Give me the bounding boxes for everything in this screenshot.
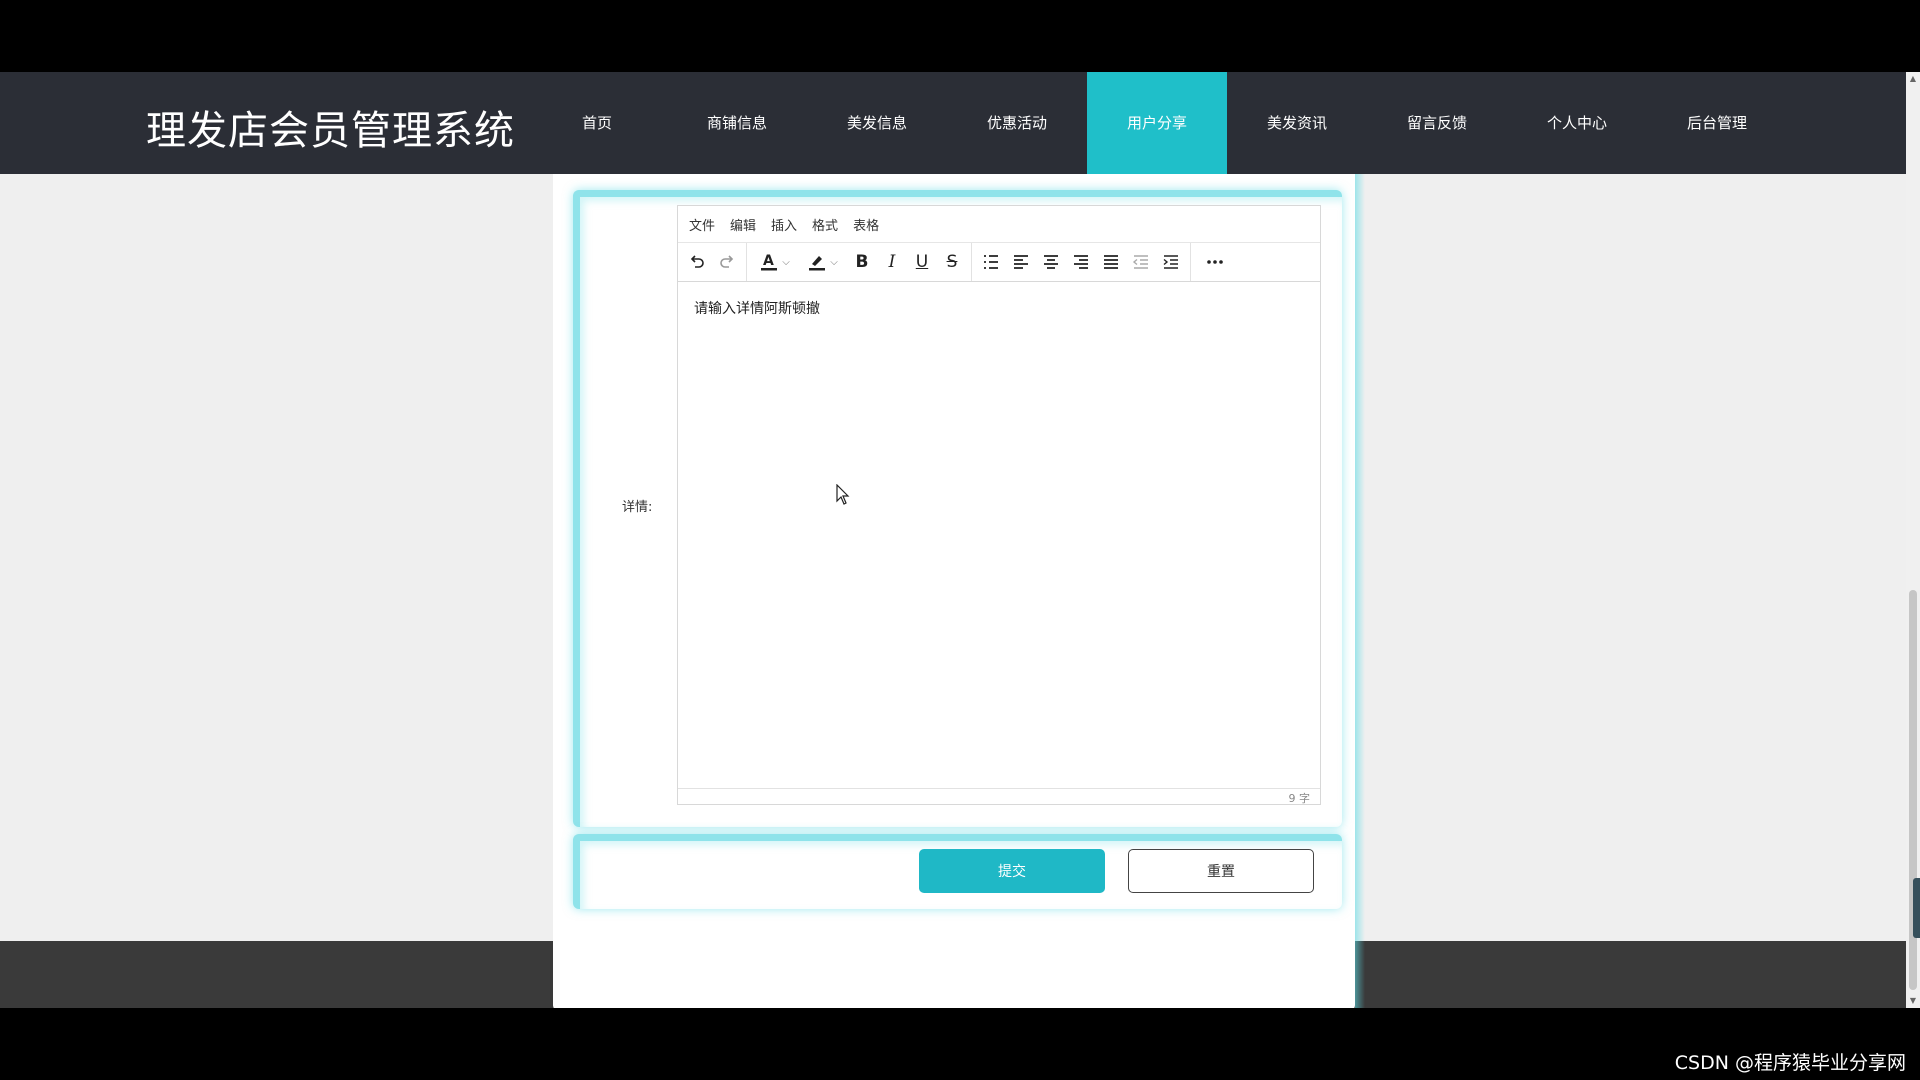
nav-item-user-share[interactable]: 用户分享 [1087,72,1227,174]
site-title: 理发店会员管理系统 [146,108,515,154]
header: 理发店会员管理系统 首页 商铺信息 美发信息 优惠活动 用户分享 美发资讯 留言… [0,72,1906,174]
menu-table[interactable]: 表格 [853,215,879,234]
font-color-icon[interactable]: A ⌵ [751,247,799,277]
history-group [678,243,747,281]
editor-statusbar: 9 字 [678,788,1320,805]
rich-text-editor: 文件 编辑 插入 格式 表格 A ⌵ ⌵ B I U S 请输入详情阿斯顿撤 9… [677,205,1321,805]
nav-item-admin[interactable]: 后台管理 [1647,72,1787,174]
undo-icon[interactable] [682,247,712,277]
menu-insert[interactable]: 插入 [771,215,797,234]
watermark: CSDN @程序猿毕业分享网 [1674,1052,1906,1074]
more-group [1191,243,1239,281]
align-center-icon[interactable] [1036,247,1066,277]
detail-label: 详情: [622,500,653,515]
underline-icon[interactable]: U [907,247,937,277]
nav-item-feedback[interactable]: 留言反馈 [1367,72,1507,174]
highlight-icon[interactable]: ⌵ [799,247,847,277]
editor-toolbar: A ⌵ ⌵ B I U S [678,242,1320,282]
format-group: A ⌵ ⌵ B I U S [747,243,972,281]
nav-item-shop-info[interactable]: 商铺信息 [667,72,807,174]
outdent-icon[interactable] [1126,247,1156,277]
scroll-down-icon[interactable]: ▼ [1908,996,1918,1006]
nav-item-hair-news[interactable]: 美发资讯 [1227,72,1367,174]
line-height-icon[interactable] [976,247,1006,277]
editor-content[interactable]: 请输入详情阿斯顿撤 [678,282,1320,788]
screen: 理发店会员管理系统 首页 商铺信息 美发信息 优惠活动 用户分享 美发资讯 留言… [0,0,1920,1080]
svg-text:A: A [763,253,774,269]
nav-item-hair-info[interactable]: 美发信息 [807,72,947,174]
menu-file[interactable]: 文件 [689,215,715,234]
reset-button[interactable]: 重置 [1128,849,1314,893]
italic-icon[interactable]: I [877,247,907,277]
scrollbar[interactable]: ▲ ▼ [1906,72,1920,1008]
letterbox-bottom [0,1008,1920,1080]
more-icon[interactable] [1195,247,1235,277]
align-left-icon[interactable] [1006,247,1036,277]
main-nav: 首页 商铺信息 美发信息 优惠活动 用户分享 美发资讯 留言反馈 个人中心 后台… [527,72,1787,174]
align-right-icon[interactable] [1066,247,1096,277]
nav-item-personal-center[interactable]: 个人中心 [1507,72,1647,174]
letterbox-top [0,0,1920,72]
strikethrough-icon[interactable]: S [937,247,967,277]
nav-item-promotions[interactable]: 优惠活动 [947,72,1087,174]
word-count: 9 字 [1288,792,1311,805]
align-justify-icon[interactable] [1096,247,1126,277]
bold-icon[interactable]: B [847,247,877,277]
side-tab[interactable] [1913,878,1920,938]
mouse-cursor-icon [836,483,850,510]
menu-edit[interactable]: 编辑 [730,215,756,234]
redo-icon[interactable] [712,247,742,277]
menu-format[interactable]: 格式 [812,215,838,234]
scroll-up-icon[interactable]: ▲ [1908,74,1918,84]
indent-icon[interactable] [1156,247,1186,277]
paragraph-group [972,243,1191,281]
nav-item-home[interactable]: 首页 [527,72,667,174]
editor-menubar: 文件 编辑 插入 格式 表格 [678,206,1320,242]
submit-button[interactable]: 提交 [919,849,1105,893]
card-glow [1355,174,1365,1009]
